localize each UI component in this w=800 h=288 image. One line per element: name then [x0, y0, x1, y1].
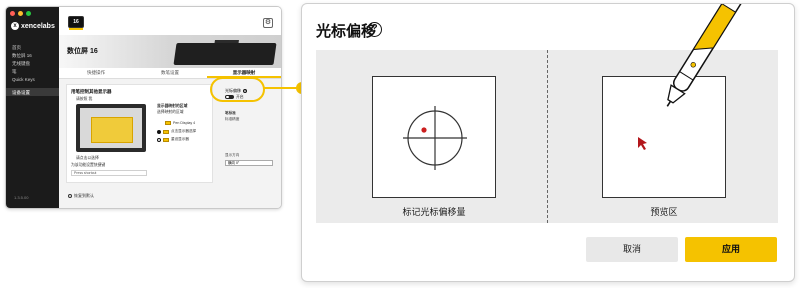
- caption-left: 标记光标偏移量: [402, 207, 466, 217]
- sidebar-item-quick-keys[interactable]: Quick Keys: [6, 75, 59, 83]
- display-thumb-icon: [163, 137, 169, 142]
- sidebar: x xencelabs 首页 数位屏 16 无线键盘 笔 Quick Keys …: [6, 7, 59, 208]
- sidebar-item-pen-display[interactable]: 数位屏 16: [6, 51, 59, 59]
- sidebar-nav: 首页 数位屏 16 无线键盘 笔 Quick Keys 设备设置: [6, 43, 59, 96]
- brand-logo: x xencelabs: [11, 21, 55, 31]
- pen-illustration-icon: [666, 4, 745, 107]
- dashed-divider: [547, 50, 548, 223]
- device-badge[interactable]: 16: [68, 16, 84, 30]
- sidebar-item-keyboard[interactable]: 无线键盘: [6, 59, 59, 67]
- option-label: 重设显示器: [171, 137, 189, 141]
- main-area: 16 ⚙ 数位屏 16 快捷操作 数笔设置 显示器映射 用笔控制其他显示器 请按…: [59, 7, 281, 208]
- reset-default-link[interactable]: 恢复到默认: [68, 193, 94, 199]
- tablet-image: [173, 43, 277, 65]
- offset-marker-dot: [421, 127, 427, 133]
- mapped-area: [91, 117, 133, 143]
- offset-marking-box[interactable]: [372, 76, 496, 198]
- top-bar: 16 ⚙: [59, 7, 281, 35]
- brand-name: xencelabs: [21, 22, 55, 30]
- shortcut-input[interactable]: Press shortcut: [71, 170, 147, 176]
- minimize-window-button[interactable]: [18, 11, 23, 16]
- radio-selected-icon: [157, 129, 161, 134]
- cancel-button[interactable]: 取消: [586, 237, 678, 262]
- sidebar-item-device-settings[interactable]: 设备设置: [6, 88, 59, 96]
- monitor-screen: [80, 108, 142, 148]
- window-controls: [10, 11, 31, 16]
- reset-icon: [68, 194, 72, 198]
- display-thumb-icon: [163, 129, 169, 134]
- caption-right: 预览区: [650, 207, 678, 217]
- tab-pen-settings[interactable]: 数笔设置: [133, 68, 207, 78]
- option-label: 点击显示器选择: [171, 129, 197, 133]
- sidebar-item-pen[interactable]: 笔: [6, 67, 59, 75]
- mapping-panel: 用笔控制其他显示器 请按照 我 请点击以选择 显示器映射的区域 选择映射的区域 …: [66, 84, 213, 183]
- option-row-pen-display[interactable]: Pen Display 4: [165, 121, 195, 125]
- option-subheading: 选择映射的区域: [157, 110, 184, 114]
- orientation-label: 显示方向: [225, 153, 240, 157]
- device-title: 数位屏 16: [67, 48, 98, 55]
- tab-shortcuts[interactable]: 快捷操作: [59, 68, 133, 78]
- panel-title: 用笔控制其他显示器: [71, 89, 112, 94]
- highlight-ring: [210, 77, 265, 102]
- option-label: Pen Display 4: [173, 121, 196, 125]
- cursor-offset-dialog: 光标偏移 ? 标记光标偏移量 预览区 取消 应用: [301, 3, 795, 282]
- option-row-select[interactable]: 点击显示器选择: [157, 129, 196, 134]
- settings-gear-icon[interactable]: ⚙: [263, 18, 273, 28]
- monitor-preview[interactable]: [76, 104, 146, 152]
- app-window: x xencelabs 首页 数位屏 16 无线键盘 笔 Quick Keys …: [5, 6, 282, 209]
- apply-button[interactable]: 应用: [685, 237, 777, 262]
- reset-label: 恢复到默认: [74, 193, 94, 198]
- app-version: 1.3.5.00: [14, 195, 29, 200]
- brand-logo-mark-icon: x: [11, 22, 19, 30]
- radio-icon: [157, 137, 161, 142]
- orientation-select[interactable]: 横向 0°: [225, 160, 273, 166]
- stage: x xencelabs 首页 数位屏 16 无线键盘 笔 Quick Keys …: [0, 0, 800, 288]
- option-row-reset[interactable]: 重设显示器: [157, 137, 189, 142]
- crosshair-target-icon: [403, 106, 467, 170]
- option-heading: 显示器映射的区域: [157, 104, 188, 108]
- sidebar-item-home[interactable]: 首页: [6, 43, 59, 51]
- zoom-window-button[interactable]: [26, 11, 31, 16]
- display-thumb-icon: [165, 121, 171, 125]
- pen-standard-label: 笔标准: [225, 111, 236, 115]
- pen-standard-sub: 标准精度: [225, 117, 240, 121]
- close-window-button[interactable]: [10, 11, 15, 16]
- shortcut-label: 为该功能设置快捷键: [71, 163, 106, 167]
- help-circle-icon[interactable]: ?: [367, 22, 382, 37]
- device-hero: 数位屏 16: [59, 35, 281, 68]
- map-area-label: 请按照 我: [76, 97, 93, 101]
- monitor-caption: 请点击以选择: [76, 156, 99, 160]
